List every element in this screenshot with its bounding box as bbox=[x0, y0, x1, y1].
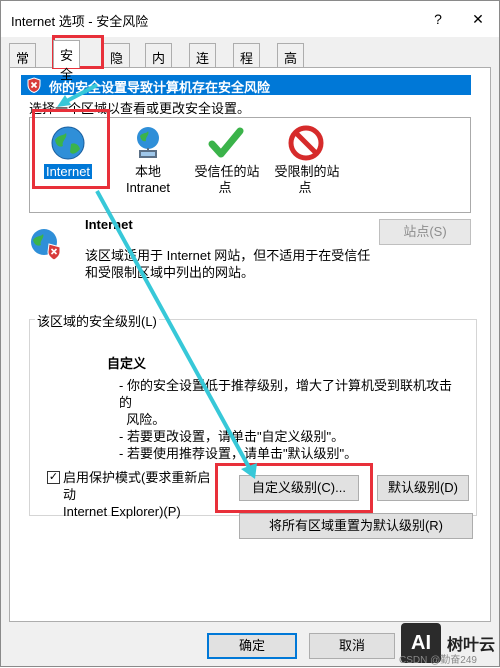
arrow-to-custom-level bbox=[95, 190, 253, 472]
annotation-arrows bbox=[57, 83, 257, 479]
watermark-sub: CSDN @勤奋249 bbox=[399, 655, 477, 666]
internet-options-window: Internet 选项 - 安全风险 ? ✕ 常规 安全 隐私 内容 连接 程序… bbox=[0, 0, 500, 667]
tab-security[interactable]: 安全 bbox=[53, 40, 81, 82]
